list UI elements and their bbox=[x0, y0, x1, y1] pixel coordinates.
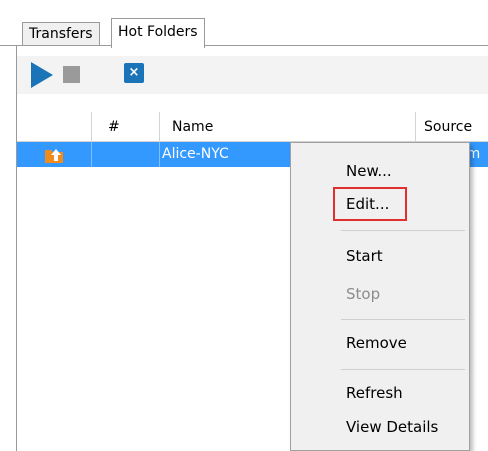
play-icon[interactable] bbox=[31, 62, 53, 88]
tab-hot-folders[interactable]: Hot Folders bbox=[111, 18, 205, 48]
tab-transfers[interactable]: Transfers bbox=[22, 22, 100, 46]
menu-separator bbox=[341, 319, 465, 320]
tab-transfers-label: Transfers bbox=[29, 26, 93, 42]
menu-item-start[interactable]: Start bbox=[346, 240, 383, 272]
tab-hot-folders-label: Hot Folders bbox=[118, 24, 198, 40]
column-header-name[interactable]: Name bbox=[160, 112, 416, 142]
edit-highlight-box bbox=[333, 187, 407, 221]
column-header-number[interactable]: # bbox=[92, 112, 160, 142]
menu-item-refresh[interactable]: Refresh bbox=[346, 377, 403, 409]
column-header-name-label: Name bbox=[172, 119, 214, 135]
menu-item-stop: Stop bbox=[346, 285, 381, 303]
upload-folder-icon bbox=[45, 149, 63, 163]
menu-separator bbox=[341, 369, 465, 370]
menu-item-new[interactable]: New... bbox=[346, 155, 392, 187]
stop-icon[interactable] bbox=[63, 66, 80, 83]
toolbar bbox=[17, 56, 488, 94]
context-menu: New... Edit... Start Stop Remove Refresh… bbox=[290, 142, 470, 451]
menu-separator bbox=[341, 230, 465, 231]
column-header-source[interactable]: Source bbox=[416, 112, 488, 142]
column-header-number-label: # bbox=[108, 119, 120, 135]
column-header-icon[interactable] bbox=[17, 112, 92, 142]
row-number-cell bbox=[92, 142, 160, 167]
row-name: Alice-NYC bbox=[162, 146, 229, 162]
menu-item-remove[interactable]: Remove bbox=[346, 327, 407, 359]
menu-item-view-details[interactable]: View Details bbox=[346, 411, 438, 443]
close-icon[interactable]: × bbox=[124, 63, 144, 83]
column-header-source-label: Source bbox=[424, 119, 473, 135]
